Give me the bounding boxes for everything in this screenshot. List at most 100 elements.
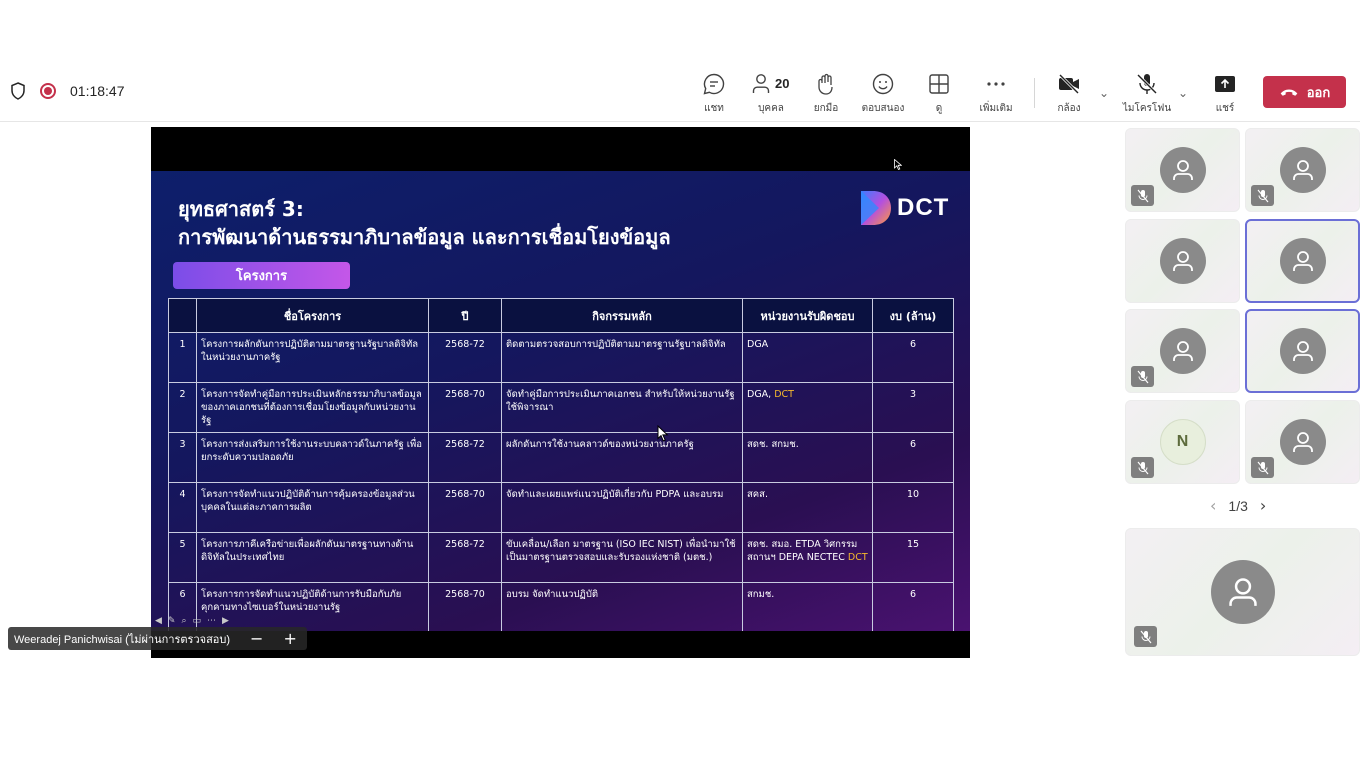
prev-slide-icon[interactable]: ◀	[155, 616, 162, 626]
person-icon	[1172, 160, 1193, 180]
camera-options-chevron-icon[interactable]: ⌄	[1099, 86, 1109, 100]
participant-tile[interactable]	[1125, 128, 1240, 212]
raise-hand-button[interactable]: ยกมือ	[796, 72, 856, 116]
person-icon	[1172, 251, 1193, 271]
zoom-icon[interactable]: ⌕	[181, 616, 186, 626]
participant-tile-active[interactable]	[1245, 309, 1360, 393]
camera-label: กล้อง	[1057, 103, 1081, 114]
chat-label: แชท	[704, 103, 724, 114]
view-label: ดู	[935, 103, 943, 114]
col-header-activity: กิจกรรมหลัก	[501, 298, 743, 333]
options-icon[interactable]: ⋯	[207, 616, 216, 626]
next-page-chevron-icon[interactable]: ›	[1260, 496, 1266, 515]
smile-icon	[872, 73, 894, 95]
mic-options-chevron-icon[interactable]: ⌄	[1178, 86, 1188, 100]
next-slide-icon[interactable]: ▶	[222, 616, 229, 626]
leave-button[interactable]: ออก	[1263, 76, 1346, 108]
share-label: แชร์	[1215, 103, 1235, 114]
table-row: 1 โครงการผลักดันการปฏิบัติตามมาตรฐานรัฐบ…	[168, 332, 954, 383]
presenter-name: Weeradej Panichwisai (ไม่ผ่านการตรวจสอบ)	[14, 633, 231, 646]
table-row: 5 โครงการภาคีเครือข่ายเพื่อผลักดันมาตรฐา…	[168, 532, 954, 583]
row-budget: 15	[872, 532, 954, 583]
row-activity: ขับเคลื่อน/เลือก มาตรฐาน (ISO IEC NIST) …	[501, 532, 743, 583]
col-header-agency: หน่วยงานรับผิดชอบ	[742, 298, 873, 333]
participant-tile[interactable]	[1245, 400, 1360, 484]
row-agency-text: DGA,	[747, 389, 775, 400]
row-agency-text: DGA	[747, 339, 769, 350]
people-count: 20	[775, 76, 790, 91]
row-year: 2568-72	[428, 432, 502, 483]
mic-label: ไมโครโฟน	[1122, 103, 1172, 114]
people-icon	[752, 74, 770, 93]
col-header-budget: งบ (ล้าน)	[872, 298, 954, 333]
mouse-pointer-icon	[657, 425, 669, 442]
project-table: ชื่อโครงการ ปี กิจกรรมหลัก หน่วยงานรับผิ…	[168, 298, 954, 631]
person-icon	[1292, 251, 1313, 271]
person-icon	[1172, 341, 1193, 361]
row-agency: สดช. สมอ. ETDA วิศกรรมสถานฯ DEPA NECTEC …	[742, 532, 873, 583]
col-header-year: ปี	[428, 298, 502, 333]
mouse-cursor-icon	[894, 159, 902, 170]
person-icon	[1292, 432, 1313, 452]
row-agency: สดช. สกมช.	[742, 432, 873, 483]
row-agency-text: สคส.	[747, 489, 768, 500]
row-year: 2568-70	[428, 482, 502, 533]
toolbar-divider	[1034, 78, 1035, 108]
muted-mic-icon	[1131, 185, 1154, 206]
presenter-name-tag: Weeradej Panichwisai (ไม่ผ่านการตรวจสอบ)…	[8, 627, 307, 650]
share-button[interactable]: แชร์	[1195, 72, 1255, 116]
row-project: โครงการภาคีเครือข่ายเพื่อผลักดันมาตรฐานท…	[196, 532, 429, 583]
row-budget: 10	[872, 482, 954, 533]
chat-button[interactable]: แชท	[684, 72, 744, 116]
participant-tile[interactable]	[1125, 219, 1240, 303]
row-no: 4	[168, 482, 197, 533]
row-no: 5	[168, 532, 197, 583]
row-activity: อบรม จัดทำแนวปฏิบัติ	[501, 582, 743, 631]
dct-logo-text: DCT	[897, 194, 950, 221]
participant-tile[interactable]	[1245, 128, 1360, 212]
row-activity: จัดทำคู่มือการประเมินภาคเอกชน สำหรับให้ห…	[501, 382, 743, 433]
table-row: 4 โครงการจัดทำแนวปฏิบัติด้านการคุ้มครองข…	[168, 482, 954, 533]
more-button[interactable]: เพิ่มเติม	[966, 72, 1026, 116]
shared-screen[interactable]: ยุทธศาสตร์ 3: การพัฒนาด้านธรรมาภิบาลข้อม…	[151, 127, 970, 658]
row-agency-highlight: DCT	[774, 389, 794, 400]
row-activity: ผลักดันการใช้งานคลาวด์ของหน่วยงานภาครัฐ	[501, 432, 743, 483]
person-icon	[1292, 160, 1313, 180]
hang-up-icon	[1280, 89, 1298, 96]
recording-icon	[40, 83, 56, 99]
row-year: 2568-72	[428, 532, 502, 583]
people-button[interactable]: 20 บุคคล	[741, 72, 801, 116]
table-header-row: ชื่อโครงการ ปี กิจกรรมหลัก หน่วยงานรับผิ…	[168, 298, 954, 333]
row-agency-text: สดช. สมอ. ETDA วิศกรรมสถานฯ DEPA NECTEC	[747, 539, 858, 563]
captions-icon[interactable]: ▭	[193, 616, 202, 626]
zoom-in-button[interactable]: +	[283, 630, 296, 647]
camera-button[interactable]: กล้อง	[1039, 72, 1099, 116]
mic-button[interactable]: ไมโครโฟน	[1117, 72, 1177, 116]
row-year: 2568-70	[428, 382, 502, 433]
muted-mic-icon	[1131, 457, 1154, 478]
participant-tile[interactable]: N	[1125, 400, 1240, 484]
pen-icon[interactable]: ✎	[168, 616, 176, 626]
participant-tile-active[interactable]	[1245, 219, 1360, 303]
avatar	[1279, 328, 1326, 374]
avatar	[1279, 238, 1326, 284]
row-budget: 6	[872, 432, 954, 483]
camera-off-icon	[1058, 73, 1080, 95]
row-no: 2	[168, 382, 197, 433]
zoom-out-button[interactable]: −	[250, 630, 263, 647]
row-project: โครงการจัดทำคู่มือการประเมินหลักธรรมาภิบ…	[196, 382, 429, 433]
row-project: โครงการผลักดันการปฏิบัติตามมาตรฐานรัฐบาล…	[196, 332, 429, 383]
row-year: 2568-72	[428, 332, 502, 383]
share-icon	[1215, 76, 1235, 92]
shield-icon	[11, 82, 25, 100]
avatar	[1210, 560, 1275, 624]
table-row: 3 โครงการส่งเสริมการใช้งานระบบคลาวด์ในภา…	[168, 432, 954, 483]
row-project: โครงการส่งเสริมการใช้งานระบบคลาวด์ในภาคร…	[196, 432, 429, 483]
avatar	[1159, 238, 1206, 284]
view-button[interactable]: ดู	[909, 72, 969, 116]
prev-page-chevron-icon[interactable]: ‹	[1210, 496, 1216, 515]
participant-tile[interactable]	[1125, 309, 1240, 393]
react-label: ตอบสนอง	[861, 103, 905, 114]
react-button[interactable]: ตอบสนอง	[853, 72, 913, 116]
self-view-tile[interactable]	[1125, 528, 1360, 656]
